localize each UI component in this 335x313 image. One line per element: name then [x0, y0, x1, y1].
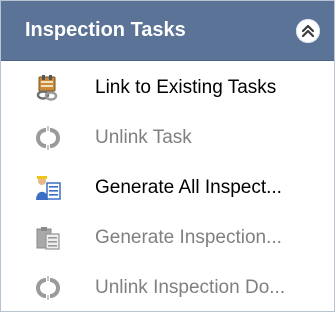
double-chevron-up-icon: [301, 24, 315, 37]
menu-item-generate-all-inspections[interactable]: Generate All Inspect...: [1, 163, 334, 213]
menu-item-label: Generate All Inspect...: [95, 177, 282, 198]
inspection-tasks-panel: Inspection Tasks Link to Existing Tasks …: [0, 0, 335, 312]
menu-item-label: Link to Existing Tasks: [95, 77, 277, 98]
unlink-icon: [34, 124, 62, 152]
generate-inspection-icon: [34, 224, 62, 252]
menu-item-unlink-inspection-document[interactable]: Unlink Inspection Do...: [1, 263, 334, 313]
menu-item-label: Unlink Inspection Do...: [95, 277, 286, 298]
menu-item-generate-inspection[interactable]: Generate Inspection...: [1, 213, 334, 263]
link-tasks-icon: [34, 74, 62, 102]
collapse-button[interactable]: [296, 18, 320, 43]
generate-all-inspections-icon: [34, 174, 62, 202]
menu-item-link-existing-tasks[interactable]: Link to Existing Tasks: [1, 63, 334, 113]
task-list: Link to Existing Tasks Unlink Task Gener…: [1, 63, 334, 313]
menu-item-label: Generate Inspection...: [95, 227, 282, 248]
menu-item-unlink-task[interactable]: Unlink Task: [1, 113, 334, 163]
menu-item-label: Unlink Task: [95, 127, 192, 148]
unlink-icon: [34, 274, 62, 302]
panel-header[interactable]: Inspection Tasks: [1, 1, 334, 61]
panel-title: Inspection Tasks: [25, 19, 186, 41]
